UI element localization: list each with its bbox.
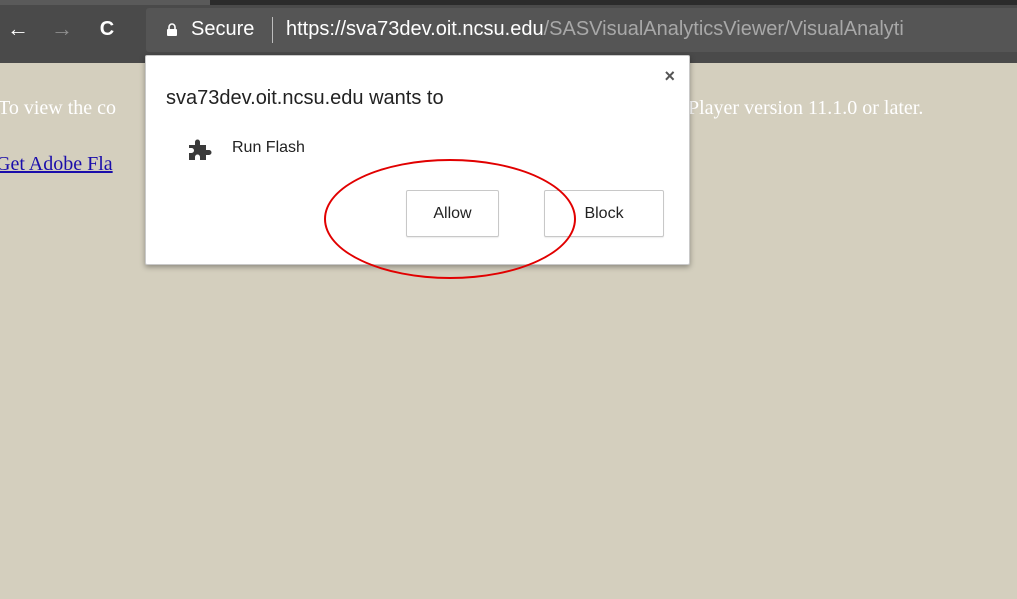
- browser-toolbar: ← → C Secure https://sva73dev.oit.ncsu.e…: [0, 0, 1017, 63]
- url-host: https://sva73dev.oit.ncsu.edu: [286, 18, 544, 40]
- address-bar[interactable]: Secure https://sva73dev.oit.ncsu.edu/SAS…: [146, 8, 1017, 52]
- flash-version-message: Player version 11.1.0 or later.: [688, 97, 924, 119]
- block-button[interactable]: Block: [544, 190, 664, 237]
- active-tab[interactable]: [0, 0, 210, 5]
- allow-button[interactable]: Allow: [406, 190, 499, 237]
- close-icon[interactable]: ×: [664, 66, 675, 87]
- url-text[interactable]: https://sva73dev.oit.ncsu.edu/SASVisualA…: [286, 18, 1016, 41]
- lock-icon: [167, 23, 177, 36]
- run-flash-label: Run Flash: [232, 139, 305, 156]
- get-adobe-flash-link[interactable]: Get Adobe Fla: [0, 153, 113, 176]
- back-button[interactable]: ←: [4, 15, 32, 43]
- forward-button[interactable]: →: [48, 15, 76, 43]
- reload-button[interactable]: C: [93, 15, 121, 43]
- tab-strip: [0, 0, 1017, 5]
- omnibox-divider: [272, 17, 273, 43]
- popup-title: sva73dev.oit.ncsu.edu wants to: [166, 87, 444, 109]
- puzzle-piece-icon: [189, 139, 212, 160]
- flash-permission-popup: × sva73dev.oit.ncsu.edu wants to Run Fla…: [145, 55, 690, 265]
- url-path: /SASVisualAnalyticsViewer/VisualAnalyti: [543, 18, 904, 40]
- secure-label[interactable]: Secure: [191, 18, 254, 41]
- flash-required-message: To view the co: [0, 97, 117, 119]
